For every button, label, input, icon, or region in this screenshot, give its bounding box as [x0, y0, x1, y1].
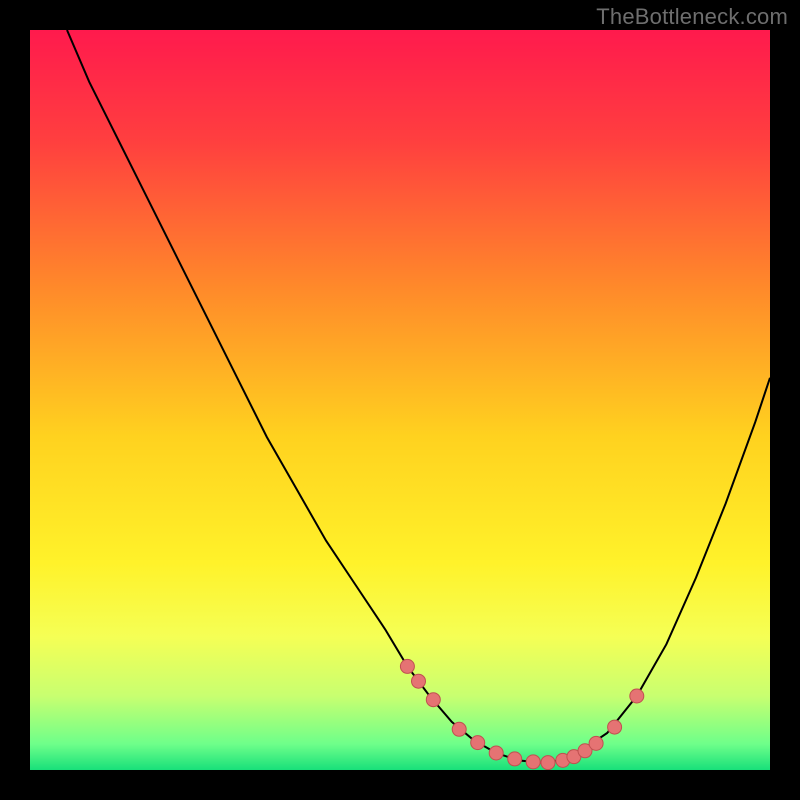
highlight-dot — [452, 722, 466, 736]
highlight-dot — [400, 659, 414, 673]
chart-frame: TheBottleneck.com — [0, 0, 800, 800]
highlight-dot — [508, 752, 522, 766]
highlight-dot — [412, 674, 426, 688]
highlight-dot — [489, 746, 503, 760]
watermark-text: TheBottleneck.com — [596, 4, 788, 30]
highlight-dot — [471, 736, 485, 750]
plot-area — [30, 30, 770, 770]
highlight-dot — [526, 755, 540, 769]
highlight-dot — [541, 756, 555, 770]
highlight-dot — [589, 736, 603, 750]
highlight-dot — [608, 720, 622, 734]
highlight-dot — [426, 693, 440, 707]
highlight-dot — [630, 689, 644, 703]
chart-svg — [30, 30, 770, 770]
